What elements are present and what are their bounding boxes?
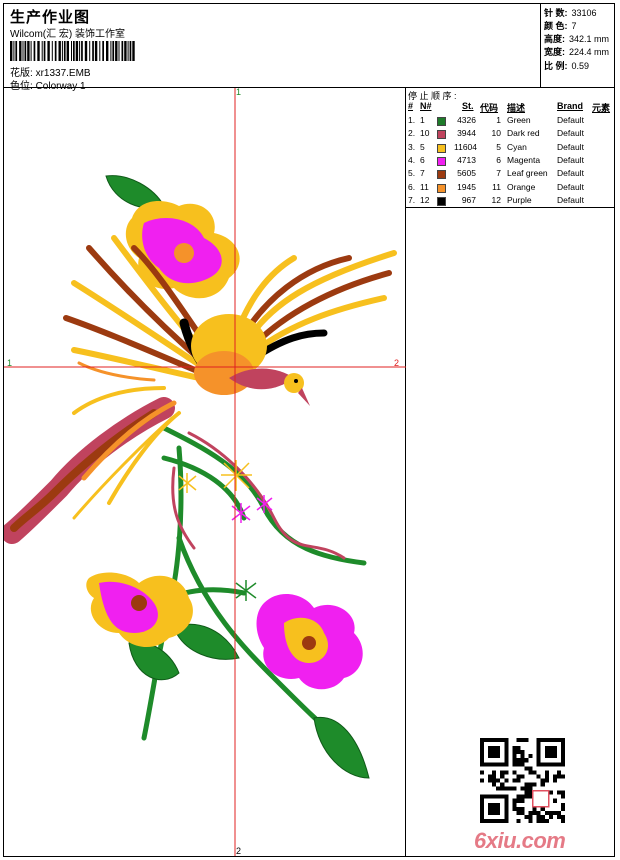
sequence-row: 5. 7 5605 7 Leaf green Default (406, 168, 615, 181)
color-swatch (437, 183, 446, 193)
sequence-title: 停 止 顺 序 : (408, 91, 457, 101)
axis-label-left: 1 (7, 358, 12, 368)
row-code: 1 (496, 115, 501, 125)
sequence-row: 3. 5 11604 5 Cyan Default (406, 142, 615, 155)
row-code: 6 (496, 154, 501, 165)
site-logo: 6xiu.com (474, 828, 566, 853)
header-panel: 生产作业图 Wilcom(汇 宏) 装饰工作室 花版: xr1337.EMB 色… (4, 4, 541, 92)
color-swatch (437, 156, 446, 166)
stat-colors: 颜 色: 7 (544, 21, 577, 31)
axis-label-right: 2 (394, 358, 399, 368)
axis-label-top: 1 (236, 88, 241, 97)
qr-code (480, 738, 565, 823)
row-description: Green (507, 115, 531, 125)
row-description: Cyan (507, 141, 527, 152)
stats-panel: 针 数: 33106 颜 色: 7 高度: 342.1 mm 宽度: 224.4 mm … (541, 4, 615, 88)
row-needle: 12 (420, 194, 430, 205)
row-description: Magenta (507, 154, 541, 165)
color-swatch (437, 130, 446, 140)
barcode (10, 41, 135, 61)
bird-tail (4, 361, 181, 544)
row-code: 5 (496, 141, 501, 152)
row-stitches: 5605 (457, 168, 476, 179)
row-needle: 5 (420, 141, 425, 152)
sequence-row: 1. 1 4326 1 Green Default (406, 115, 615, 128)
sequence-row: 4. 6 4713 6 Magenta Default (406, 155, 615, 168)
col-header-st: St. (462, 101, 474, 111)
row-brand: Default (557, 181, 584, 192)
row-code: 10 (491, 128, 501, 139)
design-canvas: 1 2 1 2 (4, 88, 406, 856)
col-header-desc: 描述 (507, 103, 526, 113)
row-code: 12 (491, 194, 501, 205)
row-needle: 10 (420, 128, 430, 139)
row-index: 6. (408, 181, 416, 192)
row-stitches: 3944 (457, 128, 476, 139)
color-swatch (437, 117, 446, 126)
stat-stitches: 针 数: 33106 (544, 8, 597, 18)
color-swatch (437, 143, 446, 153)
col-header-num: # (408, 101, 414, 111)
company-name: Wilcom(汇 宏) 装饰工作室 (10, 29, 125, 40)
col-header-code: 代码 (480, 103, 499, 113)
row-index: 2. (408, 128, 416, 139)
row-needle: 11 (420, 181, 429, 192)
row-stitches: 967 (461, 194, 476, 205)
row-brand: Default (557, 154, 584, 165)
col-header-n: N# (420, 101, 432, 111)
color-swatch (437, 170, 446, 180)
row-description: Orange (507, 181, 536, 192)
flower-top (125, 201, 240, 299)
flower-bottom-left (86, 572, 193, 648)
row-code: 7 (496, 168, 501, 179)
row-stitches: 4713 (457, 154, 476, 165)
row-brand: Default (557, 128, 584, 139)
row-brand: Default (557, 115, 584, 125)
sequence-row: 2. 10 3944 10 Dark red Default (406, 128, 615, 141)
row-index: 3. (408, 141, 416, 152)
sequence-row: 6. 11 1945 11 Orange Default (406, 182, 615, 195)
row-brand: Default (557, 194, 584, 205)
starbursts (178, 460, 273, 601)
col-header-brand: Brand (557, 101, 584, 111)
stat-scale: 比 例: 0.59 (544, 61, 590, 71)
row-description: Dark red (507, 128, 540, 139)
color-swatch (437, 196, 446, 206)
axis-label-bottom: 2 (236, 846, 241, 856)
row-needle: 6 (420, 154, 425, 165)
row-index: 4. (408, 154, 416, 165)
stat-height: 高度: 342.1 mm (544, 34, 610, 44)
stat-width: 宽度: 224.4 mm (544, 47, 610, 57)
row-brand: Default (557, 168, 584, 179)
row-index: 7. (408, 194, 416, 205)
stop-sequence-table: 停 止 顺 序 : # N# St. 代码 描述 Brand 元素 1. 1 432… (406, 88, 615, 208)
row-description: Purple (507, 194, 532, 205)
row-brand: Default (557, 141, 584, 152)
page-title: 生产作业图 (10, 9, 91, 26)
sequence-row: 7. 12 967 12 Purple Default (406, 195, 615, 208)
col-header-element: 元素 (592, 103, 611, 113)
row-stitches: 1945 (457, 181, 476, 192)
row-stitches: 11604 (454, 141, 478, 152)
side-panel: 停 止 顺 序 : # N# St. 代码 描述 Brand 元素 1. 1 432… (406, 88, 615, 856)
row-stitches: 4326 (457, 115, 476, 125)
row-index: 1. (408, 115, 416, 125)
row-index: 5. (408, 168, 416, 179)
row-code: 11 (492, 181, 501, 192)
row-description: Leaf green (507, 168, 548, 179)
embroidery-preview: 1 2 1 2 (4, 88, 406, 856)
row-needle: 1 (420, 115, 425, 125)
row-needle: 7 (420, 168, 425, 179)
